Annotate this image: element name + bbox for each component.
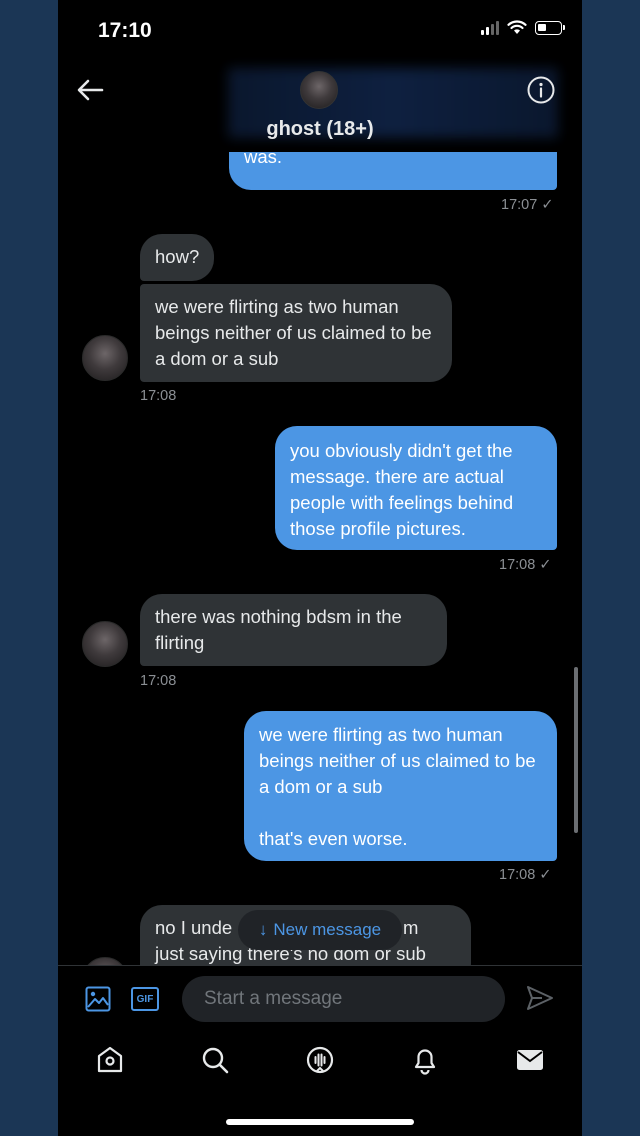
sender-avatar[interactable] bbox=[82, 957, 128, 965]
status-icons bbox=[481, 20, 565, 35]
frame-left bbox=[0, 0, 58, 1136]
message-bubble-outgoing[interactable]: you obviously didn't get the message. th… bbox=[275, 426, 557, 550]
message-bubble-incoming[interactable]: there was nothing bdsm in the flirting bbox=[140, 594, 447, 666]
message-bubble-outgoing[interactable]: we were flirting as two human beings nei… bbox=[244, 711, 557, 861]
message-timestamp: 17:08 ✓ bbox=[499, 557, 552, 573]
message-timestamp: 17:08 bbox=[140, 388, 177, 404]
message-text-fragment: m bbox=[403, 917, 419, 938]
message-timestamp: 17:08 ✓ bbox=[499, 867, 552, 883]
bottom-tab-bar bbox=[58, 1035, 582, 1095]
battery-icon bbox=[535, 20, 565, 35]
spaces-icon[interactable] bbox=[305, 1045, 335, 1075]
header-avatar[interactable] bbox=[300, 71, 338, 109]
signal-icon bbox=[481, 20, 499, 35]
message-composer: GIF bbox=[58, 965, 582, 1035]
new-message-button[interactable]: ↓ New message bbox=[238, 910, 402, 950]
message-timestamp: 17:07 ✓ bbox=[501, 197, 554, 213]
send-icon[interactable] bbox=[526, 984, 554, 1012]
bell-icon[interactable] bbox=[410, 1045, 440, 1075]
home-indicator[interactable] bbox=[226, 1119, 414, 1125]
arrow-down-icon: ↓ bbox=[258, 920, 268, 939]
scrollbar[interactable] bbox=[574, 667, 578, 833]
frame-right bbox=[582, 0, 640, 1136]
new-message-label: New message bbox=[273, 920, 382, 939]
home-icon[interactable] bbox=[95, 1045, 125, 1075]
mail-icon[interactable] bbox=[515, 1045, 545, 1075]
sender-avatar[interactable] bbox=[82, 335, 128, 381]
phone-screen: 17:10 ghost (18+) was. 17:07 ✓ how? we w… bbox=[58, 0, 582, 1136]
message-timestamp: 17:08 bbox=[140, 673, 177, 689]
conversation-header: ghost (18+) bbox=[58, 60, 582, 152]
status-bar: 17:10 bbox=[58, 0, 582, 60]
back-arrow-icon[interactable] bbox=[74, 75, 106, 105]
search-icon[interactable] bbox=[200, 1045, 230, 1075]
message-bubble-incoming[interactable]: we were flirting as two human beings nei… bbox=[140, 284, 452, 382]
message-input[interactable] bbox=[182, 976, 505, 1022]
conversation-title[interactable]: ghost (18+) bbox=[58, 118, 582, 141]
image-icon[interactable] bbox=[85, 986, 111, 1012]
message-text-fragment: no I unde bbox=[155, 917, 233, 938]
gif-button[interactable]: GIF bbox=[131, 987, 159, 1011]
wifi-icon bbox=[507, 20, 527, 34]
status-time: 17:10 bbox=[98, 19, 152, 42]
info-icon[interactable] bbox=[526, 75, 556, 105]
sender-avatar[interactable] bbox=[82, 621, 128, 667]
message-bubble-outgoing[interactable]: was. bbox=[229, 152, 557, 190]
message-bubble-incoming[interactable]: how? bbox=[140, 234, 215, 281]
message-list[interactable]: was. 17:07 ✓ how? we were flirting as tw… bbox=[58, 152, 582, 965]
